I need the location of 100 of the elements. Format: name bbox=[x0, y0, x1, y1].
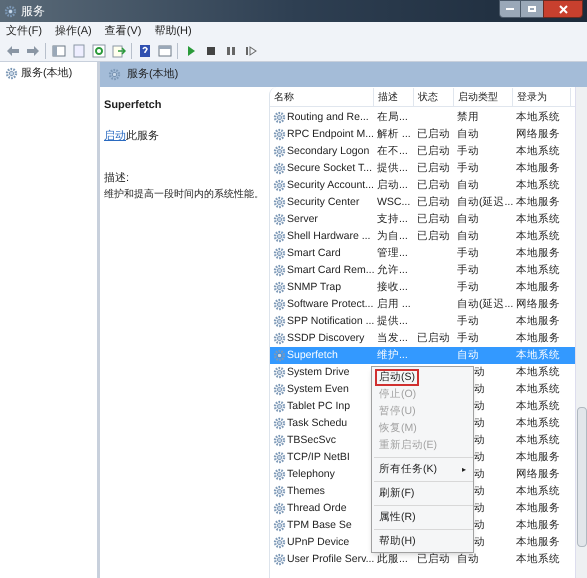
description-cell: WSC... bbox=[377, 196, 410, 208]
window-title: 服务 bbox=[21, 3, 45, 20]
logon-cell: 网络服务 bbox=[516, 128, 560, 140]
service-name-cell-text: Secondary Logon bbox=[287, 144, 370, 159]
description-cell: 允许... bbox=[377, 264, 408, 276]
gear-icon bbox=[273, 451, 286, 464]
menu-option[interactable]: 帮助(H) bbox=[375, 533, 470, 550]
gear-icon bbox=[273, 553, 286, 566]
menu-option[interactable]: 所有任务(K) ▸ bbox=[375, 461, 470, 478]
gear-icon bbox=[273, 383, 286, 396]
start-type-cell: 自动 bbox=[457, 178, 479, 191]
start-type-cell: 禁用 bbox=[457, 110, 479, 123]
logon-cell: 本地系统 bbox=[516, 366, 560, 378]
start-type-cell: 自动(延迟... bbox=[457, 196, 514, 208]
service-name-cell-text: Routing and Re... bbox=[287, 110, 369, 125]
service-name-cell-text: SSDP Discovery bbox=[287, 330, 364, 346]
logon-cell: 本地服务 bbox=[516, 196, 560, 208]
menu-item[interactable]: 查看(V) bbox=[104, 22, 142, 40]
service-name-cell-text: System Drive bbox=[287, 364, 350, 380]
gear-icon bbox=[273, 128, 286, 141]
status-cell: 已启动 bbox=[417, 128, 450, 140]
start-type-cell: 自动(延迟... bbox=[457, 298, 514, 310]
menu-option[interactable]: 刷新(F) bbox=[375, 485, 470, 502]
column-header[interactable]: 状态 bbox=[414, 88, 454, 106]
service-name-cell-text: Themes bbox=[287, 484, 325, 499]
gear-icon bbox=[273, 281, 286, 294]
description-text: 维护和提高一段时间内的系统性能。 bbox=[104, 188, 265, 202]
start-type-cell: 手动 bbox=[457, 162, 479, 174]
gear-icon bbox=[273, 196, 286, 209]
description-cell: 解析 ... bbox=[377, 128, 411, 140]
start-type-cell: 动 bbox=[474, 416, 485, 429]
column-header[interactable]: 登录为 bbox=[513, 88, 571, 106]
logon-cell: 本地系统 bbox=[516, 552, 560, 565]
start-type-cell: 手动 bbox=[457, 280, 479, 293]
gear-icon bbox=[273, 434, 286, 447]
start-type-cell: 自动 bbox=[457, 552, 479, 565]
gear-icon bbox=[273, 179, 286, 192]
service-name-cell-text: Software Protect... bbox=[287, 296, 374, 312]
start-type-cell: 动 bbox=[474, 450, 485, 463]
logon-cell: 本地服务 bbox=[516, 536, 560, 548]
start-type-cell: 手动 bbox=[457, 332, 479, 344]
service-name-cell-text: TPM Base Se bbox=[287, 518, 352, 533]
gear-icon bbox=[273, 502, 286, 515]
logon-cell: 本地系统 bbox=[516, 484, 560, 497]
menu-option[interactable]: 属性(R) bbox=[375, 509, 470, 526]
gear-icon bbox=[273, 332, 286, 345]
description-cell: 维护... bbox=[377, 348, 408, 361]
description-cell: 启用 ... bbox=[377, 298, 411, 310]
start-service-text: 启动此服务 bbox=[104, 128, 160, 144]
service-name-cell-text: Superfetch bbox=[287, 348, 338, 363]
gear-icon bbox=[108, 68, 121, 81]
column-header[interactable]: 描述 bbox=[374, 88, 414, 106]
logon-cell: 本地系统 bbox=[516, 400, 560, 412]
service-name-cell-text: Secure Socket T... bbox=[287, 160, 372, 176]
column-header[interactable]: 名称 bbox=[270, 88, 374, 106]
maximize-button[interactable] bbox=[521, 0, 543, 18]
logon-cell: 本地系统 bbox=[516, 416, 560, 429]
minimize-button[interactable] bbox=[499, 0, 521, 18]
description-cell: 此服... bbox=[377, 552, 408, 565]
logon-cell: 本地服务 bbox=[516, 162, 560, 174]
start-type-cell: 自动 bbox=[457, 212, 479, 225]
service-name-cell-text: Shell Hardware ... bbox=[287, 228, 370, 244]
gear-icon bbox=[273, 264, 286, 277]
logon-cell: 本地系统 bbox=[516, 212, 560, 225]
start-type-cell: 自动 bbox=[457, 128, 479, 140]
tree-item[interactable]: 服务(本地) bbox=[3, 65, 97, 82]
service-name-cell-text: TCP/IP NetBI bbox=[287, 450, 350, 465]
gear-icon bbox=[273, 468, 286, 481]
logon-cell: 本地系统 bbox=[516, 382, 560, 395]
service-name-cell-text: Task Schedu bbox=[287, 416, 348, 431]
description-cell: 为自... bbox=[377, 230, 408, 242]
service-name-cell-text: Security Center bbox=[287, 194, 360, 210]
menu-item[interactable]: 文件(F) bbox=[6, 22, 42, 40]
service-name-cell-text: Thread Orde bbox=[287, 500, 347, 516]
start-link[interactable]: 启动 bbox=[104, 130, 126, 142]
gear-icon bbox=[273, 162, 286, 175]
start-type-cell: 动 bbox=[474, 484, 485, 497]
description-cell: 当发... bbox=[377, 332, 408, 344]
service-name-cell-text: System Even bbox=[287, 382, 349, 397]
close-button[interactable] bbox=[543, 0, 583, 18]
menu-item[interactable]: 操作(A) bbox=[55, 22, 92, 40]
logon-cell: 本地服务 bbox=[516, 332, 560, 344]
description-cell: 支持... bbox=[377, 212, 408, 225]
start-type-cell: 动 bbox=[474, 502, 485, 514]
menu-item[interactable]: 帮助(H) bbox=[154, 22, 192, 40]
logon-cell: 本地系统 bbox=[516, 434, 560, 446]
start-type-cell: 手动 bbox=[457, 144, 479, 157]
gear-icon bbox=[273, 519, 286, 532]
service-name-cell-text: Server bbox=[287, 212, 318, 227]
logon-cell: 本地系统 bbox=[516, 178, 560, 191]
logon-cell: 本地系统 bbox=[516, 230, 560, 242]
menu-option[interactable]: 启动(S) bbox=[375, 369, 419, 386]
logon-cell: 本地服务 bbox=[516, 518, 560, 531]
logon-cell: 本地系统 bbox=[516, 348, 560, 361]
start-type-cell: 手动 bbox=[457, 314, 479, 327]
gear-icon bbox=[273, 145, 286, 158]
gear-icon bbox=[273, 485, 286, 498]
start-type-cell: 动 bbox=[474, 382, 485, 395]
gear-icon bbox=[273, 298, 286, 311]
column-header[interactable]: 启动类型 bbox=[454, 88, 513, 106]
